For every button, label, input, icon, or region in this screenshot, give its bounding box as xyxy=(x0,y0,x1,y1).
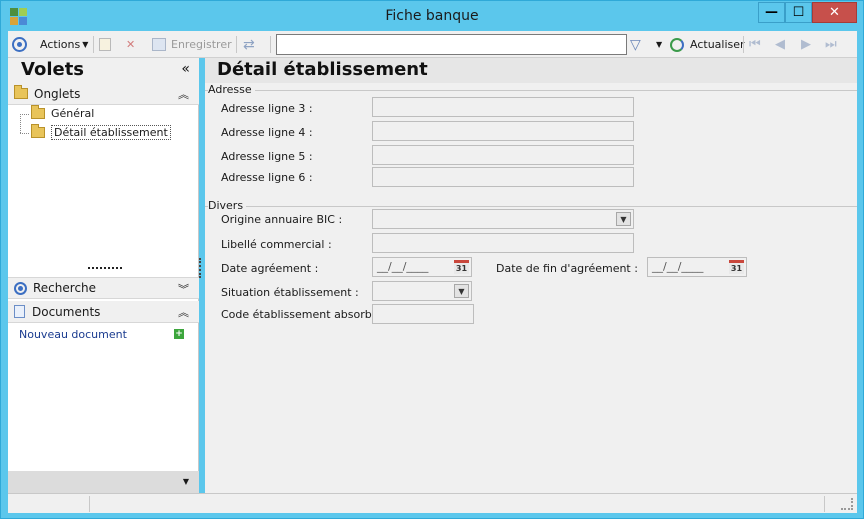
sync-icon[interactable]: ⇄ xyxy=(243,35,255,54)
section-onglets-label: Onglets xyxy=(34,86,81,101)
last-record-icon[interactable]: ⏭ xyxy=(825,37,837,52)
chevron-down-icon[interactable]: ▼ xyxy=(183,477,189,486)
libelle-commercial-label: Libellé commercial : xyxy=(221,238,332,251)
toolbar: Actions ▼ ✕ Enregistrer ⇄ ▽ ▼ Actualiser… xyxy=(8,31,857,58)
adresse-ligne-4-input[interactable] xyxy=(372,121,634,141)
refresh-button[interactable]: Actualiser xyxy=(670,35,745,54)
filter-dropdown-chevron-icon[interactable]: ▼ xyxy=(656,35,662,54)
new-document-link[interactable]: Nouveau document xyxy=(19,328,127,341)
application-window: Fiche banque — ☐ ✕ Actions ▼ ✕ Enregistr… xyxy=(0,0,864,519)
chevron-down-icon[interactable]: ▼ xyxy=(454,284,469,298)
panel-header: Volets « xyxy=(8,58,199,83)
add-document-icon[interactable]: + xyxy=(174,329,184,339)
date-fin-agrement-label: Date de fin d'agréement : xyxy=(496,262,638,275)
tree-item-label: Général xyxy=(51,107,95,120)
panel-footer: ▼ xyxy=(8,471,199,493)
main-content: Détail établissement Adresse Adresse lig… xyxy=(205,58,857,493)
group-title-adresse: Adresse xyxy=(208,83,255,96)
adresse-ligne-3-input[interactable] xyxy=(372,97,634,117)
status-cell xyxy=(90,496,825,512)
group-title-divers: Divers xyxy=(208,199,247,212)
open-folder-icon xyxy=(31,124,45,138)
minimize-button[interactable]: — xyxy=(758,2,785,23)
title-bar[interactable]: Fiche banque — ☐ ✕ xyxy=(1,1,863,31)
first-record-icon[interactable]: ⏮ xyxy=(749,37,761,52)
status-bar xyxy=(8,493,857,513)
page-title: Détail établissement xyxy=(205,58,857,83)
previous-record-icon[interactable]: ◀ xyxy=(775,37,785,52)
delete-icon[interactable]: ✕ xyxy=(126,35,135,54)
new-record-icon[interactable] xyxy=(99,35,111,54)
calendar-icon[interactable]: 31 xyxy=(454,260,469,274)
adresse-ligne-4-label: Adresse ligne 4 : xyxy=(221,126,313,139)
next-record-icon[interactable]: ▶ xyxy=(801,37,811,52)
code-etablissement-absorbant-input[interactable] xyxy=(372,304,474,324)
panel-title: Volets xyxy=(21,59,85,80)
chevron-up-icon[interactable]: ︽ xyxy=(178,304,189,320)
folder-icon xyxy=(14,85,28,99)
date-agrement-input[interactable]: __/__/____ 31 xyxy=(372,257,472,277)
tree-item-detail-etablissement[interactable]: Détail établissement xyxy=(31,124,171,140)
search-input[interactable] xyxy=(276,34,627,55)
date-agrement-value: __/__/____ xyxy=(377,260,429,273)
origine-annuaire-bic-select[interactable]: ▼ xyxy=(372,209,634,229)
save-button[interactable]: Enregistrer xyxy=(152,35,232,54)
date-fin-agrement-input[interactable]: __/__/____ 31 xyxy=(647,257,747,277)
refresh-label: Actualiser xyxy=(690,38,745,51)
date-fin-agrement-value: __/__/____ xyxy=(652,260,704,273)
section-documents-label: Documents xyxy=(32,304,101,319)
code-etablissement-absorbant-label: Code établissement absorbant : xyxy=(221,308,397,321)
actions-label: Actions xyxy=(40,38,81,51)
save-icon xyxy=(152,38,166,51)
situation-etablissement-select[interactable]: ▼ xyxy=(372,281,472,301)
calendar-icon[interactable]: 31 xyxy=(729,260,744,274)
adresse-ligne-6-label: Adresse ligne 6 : xyxy=(221,171,313,184)
folder-icon xyxy=(31,105,45,119)
adresse-ligne-3-label: Adresse ligne 3 : xyxy=(221,102,313,115)
document-icon xyxy=(14,305,25,318)
section-documents[interactable]: Documents ︽ xyxy=(8,301,199,323)
adresse-ligne-6-input[interactable] xyxy=(372,167,634,187)
search-circle-icon xyxy=(14,281,27,295)
tree-item-label: Détail établissement xyxy=(51,125,171,140)
splitter-handle[interactable] xyxy=(199,258,203,278)
chevron-down-icon[interactable]: ▼ xyxy=(616,212,631,226)
circle-menu-icon[interactable] xyxy=(12,35,27,54)
adresse-ligne-5-input[interactable] xyxy=(372,145,634,165)
section-onglets[interactable]: Onglets ︽ xyxy=(8,83,199,105)
date-agrement-label: Date agréement : xyxy=(221,262,319,275)
chevron-down-icon: ▼ xyxy=(82,40,89,49)
libelle-commercial-input[interactable] xyxy=(372,233,634,253)
adresse-ligne-5-label: Adresse ligne 5 : xyxy=(221,150,313,163)
situation-etablissement-label: Situation établissement : xyxy=(221,286,359,299)
chevron-up-icon[interactable]: ︽ xyxy=(178,86,189,102)
actions-menu-button[interactable]: Actions ▼ xyxy=(40,35,88,54)
filter-icon[interactable]: ▽ xyxy=(630,35,641,54)
section-recherche-label: Recherche xyxy=(33,281,97,295)
panel-resize-grip[interactable] xyxy=(88,267,122,270)
section-recherche[interactable]: Recherche ︾ xyxy=(8,277,199,299)
origine-annuaire-bic-label: Origine annuaire BIC : xyxy=(221,213,343,226)
side-panel: Volets « Onglets ︽ Général Détail établi… xyxy=(8,58,199,493)
window-title: Fiche banque xyxy=(385,8,479,24)
close-button[interactable]: ✕ xyxy=(812,2,857,23)
maximize-button[interactable]: ☐ xyxy=(785,2,812,23)
status-cell xyxy=(8,496,90,512)
save-label: Enregistrer xyxy=(171,38,232,51)
collapse-panel-icon[interactable]: « xyxy=(181,61,190,77)
refresh-icon xyxy=(670,37,684,52)
resize-grip[interactable] xyxy=(841,498,853,510)
tree-item-general[interactable]: Général xyxy=(31,105,95,120)
chevron-down-icon[interactable]: ︾ xyxy=(178,281,189,297)
